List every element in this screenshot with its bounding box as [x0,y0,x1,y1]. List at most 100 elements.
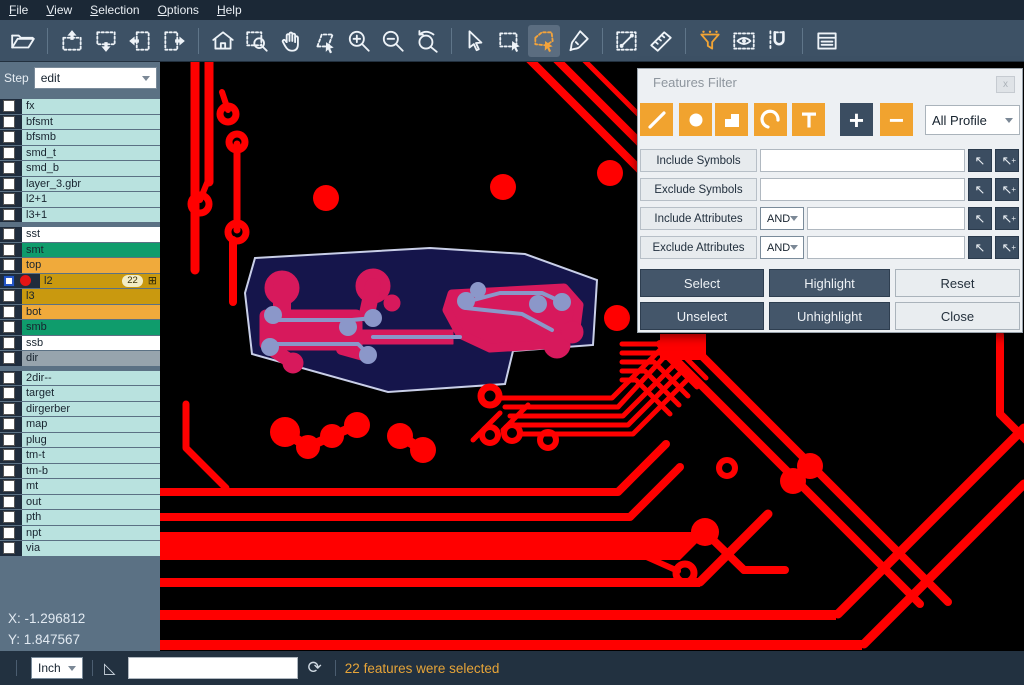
layer-label[interactable]: ssb [22,336,160,351]
exclude-attributes-logic-select[interactable]: AND [760,236,804,259]
layer-row-pth[interactable]: pth [0,510,160,525]
layer-row-l3[interactable]: l3 [0,289,160,304]
zoom-previous-icon[interactable] [411,25,443,57]
layer-row-sst[interactable]: sst [0,227,160,242]
filter-shape-pad-button[interactable] [679,103,712,136]
layer-label[interactable]: plug [22,433,160,448]
pick-icon[interactable]: ↖ [968,236,992,259]
layer-checkbox[interactable] [3,352,15,364]
units-select[interactable]: Inch [31,657,83,679]
layer-label[interactable]: smb [22,320,160,335]
include-attributes-input[interactable] [807,207,965,230]
layer-label[interactable]: layer_3.gbr [22,177,160,192]
zoom-out-icon[interactable] [377,25,409,57]
layer-label[interactable]: smd_t [22,146,160,161]
filter-add-button[interactable]: + [840,103,873,136]
pick-add-icon[interactable]: ↖+ [995,178,1019,201]
layer-label[interactable]: tm-b [22,464,160,479]
layer-row-bot[interactable]: bot [0,305,160,320]
view-options-eye-icon[interactable] [728,25,760,57]
layer-checkbox[interactable] [3,275,15,287]
filter-remove-button[interactable]: − [880,103,913,136]
close-button[interactable]: Close [895,302,1020,330]
layer-label[interactable]: sst [22,227,160,242]
layer-checkbox[interactable] [3,209,15,221]
layer-row-plug[interactable]: plug [0,433,160,448]
filter-shape-arc-button[interactable] [754,103,787,136]
menu-file[interactable]: File [0,0,37,20]
pick-icon[interactable]: ↖ [968,178,992,201]
clean-brush-icon[interactable] [562,25,594,57]
exclude-symbols-button[interactable]: Exclude Symbols [640,178,757,201]
layer-row-fx[interactable]: fx [0,99,160,114]
layer-row-via[interactable]: via [0,541,160,556]
layer-row-l2+1[interactable]: l2+1 [0,192,160,207]
menu-selection[interactable]: Selection [81,0,148,20]
layer-checkbox[interactable] [3,244,15,256]
measure-ruler-icon[interactable] [645,25,677,57]
layer-checkbox[interactable] [3,193,15,205]
open-file-icon[interactable] [7,25,39,57]
layer-label[interactable]: bot [22,305,160,320]
filter-shape-line-button[interactable] [640,103,673,136]
filter-shape-text-button[interactable] [792,103,825,136]
layer-label[interactable]: bfsmb [22,130,160,145]
layer-label[interactable]: smt [22,243,160,258]
layer-checkbox[interactable] [3,306,15,318]
pick-icon[interactable]: ↖ [968,149,992,172]
scroll-down-icon[interactable] [90,25,122,57]
layer-label[interactable]: l3 [22,289,160,304]
layer-checkbox[interactable] [3,480,15,492]
layer-row-bfsmt[interactable]: bfsmt [0,115,160,130]
layer-row-2dir--[interactable]: 2dir-- [0,371,160,386]
profile-select[interactable]: All Profile [925,105,1020,135]
select-pointer-icon[interactable] [460,25,492,57]
grid-icon[interactable]: ⊞ [148,274,157,287]
include-attributes-button[interactable]: Include Attributes [640,207,757,230]
layer-row-l2[interactable]: l222⊞ [0,274,160,289]
layer-checkbox[interactable] [3,321,15,333]
layer-checkbox[interactable] [3,228,15,240]
exclude-symbols-input[interactable] [760,178,965,201]
include-symbols-input[interactable] [760,149,965,172]
layer-checkbox[interactable] [3,496,15,508]
zoom-in-icon[interactable] [343,25,375,57]
exclude-attributes-button[interactable]: Exclude Attributes [640,236,757,259]
layer-label[interactable]: npt [22,526,160,541]
snap-magnet-icon[interactable] [762,25,794,57]
layer-checkbox[interactable] [3,290,15,302]
menu-help[interactable]: Help [208,0,251,20]
reset-button[interactable]: Reset [895,269,1020,297]
zoom-selection-icon[interactable] [309,25,341,57]
select-polygon-icon[interactable] [528,25,560,57]
pick-add-icon[interactable]: ↖+ [995,149,1019,172]
select-rectangle-icon[interactable] [494,25,526,57]
layer-label[interactable]: tm-t [22,448,160,463]
layer-row-dirgerber[interactable]: dirgerber [0,402,160,417]
layer-checkbox[interactable] [3,178,15,190]
pick-icon[interactable]: ↖ [968,207,992,230]
unselect-button[interactable]: Unselect [640,302,764,330]
unhighlight-button[interactable]: Unhighlight [769,302,890,330]
layer-checkbox[interactable] [3,116,15,128]
layer-label[interactable]: pth [22,510,160,525]
layer-checkbox[interactable] [3,387,15,399]
layer-row-mt[interactable]: mt [0,479,160,494]
include-symbols-button[interactable]: Include Symbols [640,149,757,172]
layer-row-npt[interactable]: npt [0,526,160,541]
layer-checkbox[interactable] [3,418,15,430]
zoom-area-icon[interactable] [241,25,273,57]
layer-checkbox[interactable] [3,403,15,415]
angle-corner-icon[interactable]: ◺ [104,659,116,677]
command-input[interactable] [128,657,298,679]
scroll-right-icon[interactable] [158,25,190,57]
layer-label[interactable]: top [22,258,160,273]
layer-row-target[interactable]: target [0,386,160,401]
layer-label[interactable]: fx [22,99,160,114]
highlight-button[interactable]: Highlight [769,269,890,297]
layer-label[interactable]: l2+1 [22,192,160,207]
exclude-attributes-input[interactable] [807,236,965,259]
zoom-home-icon[interactable] [207,25,239,57]
layer-row-layer_3.gbr[interactable]: layer_3.gbr [0,177,160,192]
layer-label[interactable]: out [22,495,160,510]
